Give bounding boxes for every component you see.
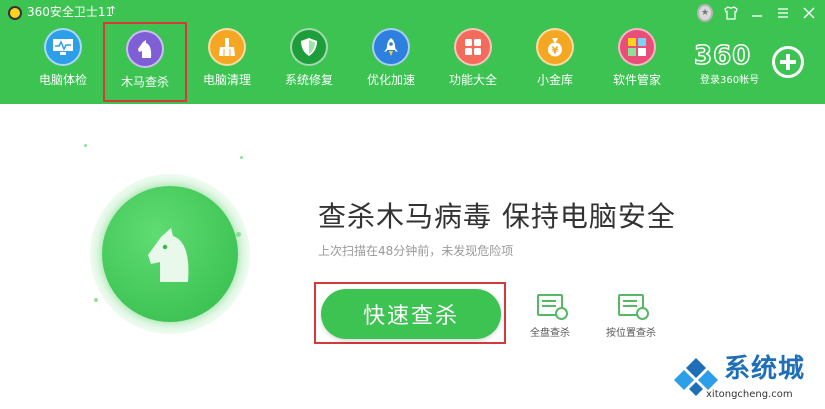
- nav-label: 软件管家: [612, 73, 661, 87]
- sparkle-dot: [236, 232, 241, 237]
- add-plus-icon[interactable]: [772, 46, 804, 78]
- tool-label: 全盘查杀: [530, 328, 570, 339]
- app-title: 360安全卫士11: [27, 5, 114, 19]
- horse-icon: [126, 30, 164, 68]
- header: 360安全卫士11 ↑ ★ 电脑体检 木马查杀 电脑清理 系统修复 优化加速 功…: [0, 0, 825, 104]
- nav-item-system-repair[interactable]: 系统修复: [268, 28, 350, 98]
- moneybag-icon: ¥: [536, 28, 574, 66]
- app-logo-icon: [8, 6, 22, 20]
- tool-label: 按位置查杀: [606, 328, 656, 339]
- nav-label: 电脑体检: [38, 73, 87, 87]
- scan-status-graphic: [84, 144, 250, 334]
- app-window: 360安全卫士11 ↑ ★ 电脑体检 木马查杀 电脑清理 系统修复 优化加速 功…: [0, 0, 825, 409]
- menu-icon[interactable]: [775, 5, 791, 21]
- shield-icon: [290, 28, 328, 66]
- nav-label: 系统修复: [284, 73, 333, 87]
- account-area[interactable]: 360 登录360帐号: [693, 41, 814, 90]
- nav-label: 小金库: [536, 73, 573, 87]
- watermark-brand: 系统城: [724, 354, 806, 384]
- skin-shirt-icon[interactable]: [723, 5, 739, 21]
- nav-label: 电脑清理: [202, 73, 251, 87]
- location-scan-icon: [618, 294, 649, 320]
- medal-icon[interactable]: ★: [697, 4, 713, 22]
- last-scan-status: 上次扫描在48分钟前，未发现危险项: [318, 244, 514, 258]
- nav-item-vault[interactable]: ¥ 小金库: [514, 28, 596, 98]
- page-headline: 查杀木马病毒 保持电脑安全: [318, 200, 676, 233]
- nav-item-speedup[interactable]: 优化加速: [350, 28, 432, 98]
- nav-item-cleanup[interactable]: 电脑清理: [186, 28, 268, 98]
- watermark: 系统城 xitongcheng.com: [672, 352, 822, 406]
- trojan-scan-circle: [102, 186, 238, 322]
- nav-item-trojan-scan[interactable]: 木马查杀: [103, 22, 187, 102]
- full-disk-scan-button[interactable]: 全盘查杀: [520, 294, 580, 339]
- quick-scan-button[interactable]: 快速查杀: [321, 289, 501, 339]
- minimize-icon[interactable]: [749, 5, 765, 21]
- close-icon[interactable]: [801, 5, 817, 21]
- horse-icon: [148, 228, 189, 282]
- monitor-icon: [44, 28, 82, 66]
- location-scan-button[interactable]: 按位置查杀: [601, 294, 661, 339]
- nav-label: 功能大全: [448, 73, 497, 87]
- brand-360-logo: 360: [693, 41, 752, 71]
- grid-icon: [454, 28, 492, 66]
- upgrade-arrow-icon[interactable]: ↑: [108, 4, 117, 17]
- login-link[interactable]: 登录360帐号: [700, 71, 759, 86]
- nav-item-checkup[interactable]: 电脑体检: [22, 28, 104, 98]
- sparkle-dot: [84, 144, 87, 147]
- nav-label: 优化加速: [366, 73, 415, 87]
- svg-text:¥: ¥: [552, 46, 559, 57]
- watermark-domain: xitongcheng.com: [706, 389, 793, 400]
- sparkle-dot: [94, 298, 98, 302]
- nav-label: 木马查杀: [120, 75, 169, 89]
- sparkle-dot: [240, 156, 243, 159]
- nav-item-software[interactable]: 软件管家: [596, 28, 678, 98]
- full-disk-scan-icon: [537, 294, 568, 320]
- nav-item-features[interactable]: 功能大全: [432, 28, 514, 98]
- window-controls: ★: [697, 4, 817, 22]
- main-nav: 电脑体检 木马查杀 电脑清理 系统修复 优化加速 功能大全 ¥ 小金库 软件管家: [22, 22, 678, 102]
- quick-scan-highlight: 快速查杀: [314, 282, 506, 344]
- rocket-icon: [372, 28, 410, 66]
- apps-icon: [618, 28, 656, 66]
- broom-icon: [208, 28, 246, 66]
